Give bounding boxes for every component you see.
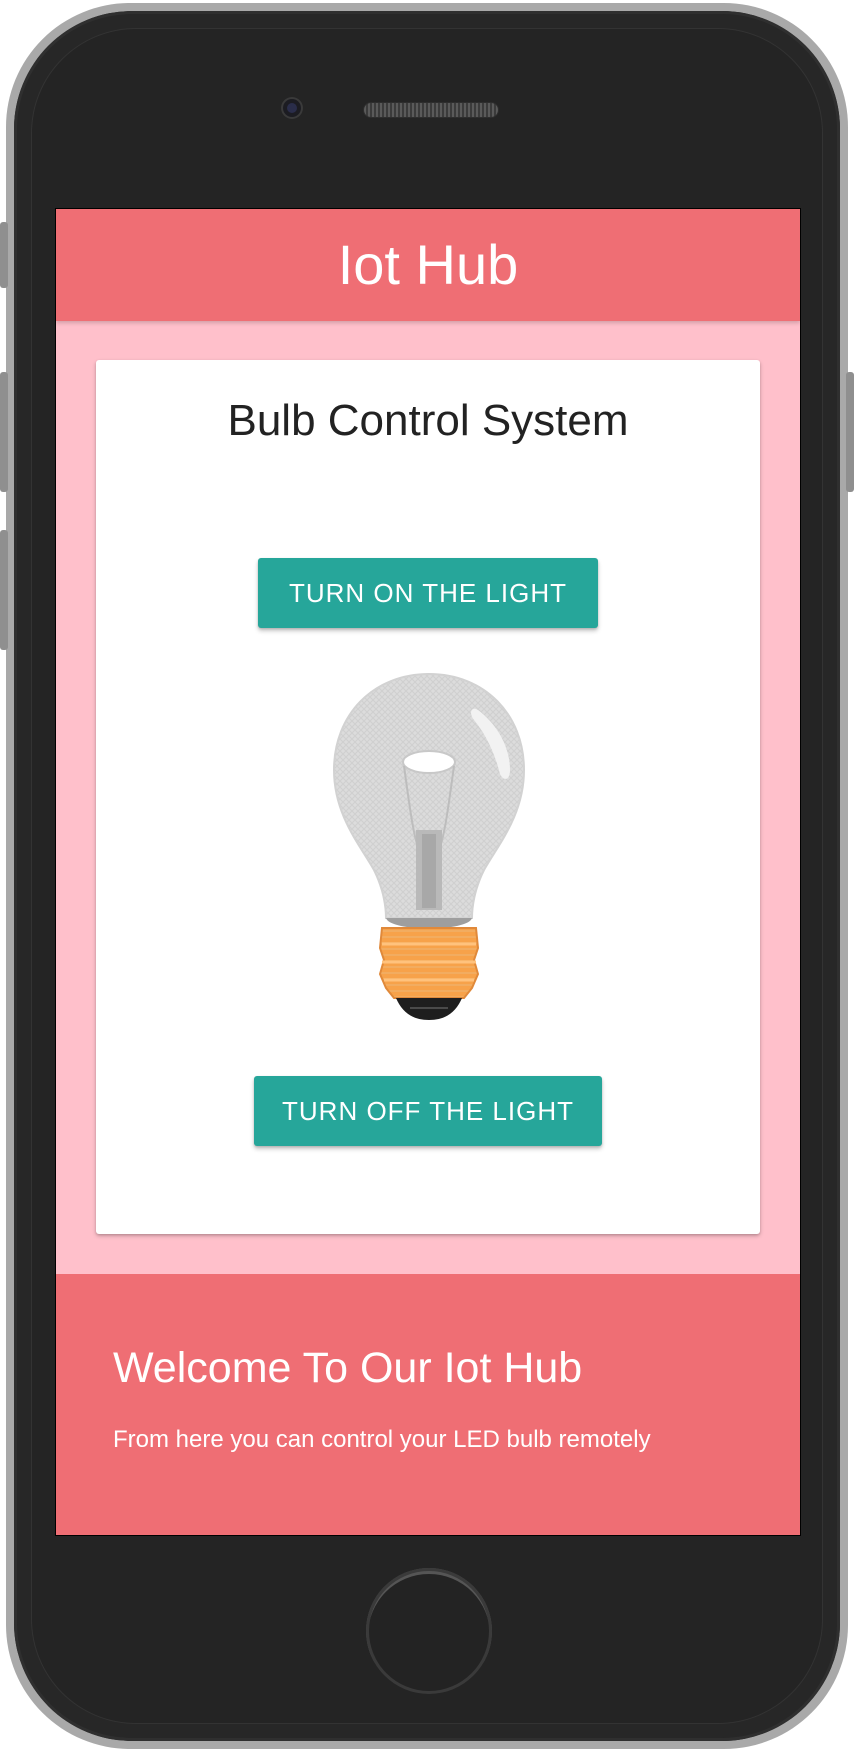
app-screen: Iot Hub Bulb Control System TURN ON THE … bbox=[55, 208, 801, 1536]
volume-up-button bbox=[0, 372, 8, 492]
home-button[interactable] bbox=[366, 1568, 492, 1694]
lightbulb-icon bbox=[332, 672, 526, 1020]
turn-off-button[interactable]: TURN OFF THE LIGHT bbox=[254, 1076, 602, 1146]
card-title: Bulb Control System bbox=[227, 396, 629, 445]
front-camera bbox=[281, 97, 303, 119]
volume-down-button bbox=[0, 530, 8, 650]
earpiece-speaker bbox=[364, 103, 498, 117]
turn-on-button[interactable]: TURN ON THE LIGHT bbox=[258, 558, 598, 628]
app-title: Iot Hub bbox=[337, 232, 519, 296]
bulb-control-card: Bulb Control System TURN ON THE LIGHT TU… bbox=[96, 360, 760, 1234]
app-header: Iot Hub bbox=[56, 209, 800, 321]
footer-text: From here you can control your LED bulb … bbox=[113, 1426, 651, 1453]
footer-title: Welcome To Our Iot Hub bbox=[113, 1344, 583, 1392]
footer: Welcome To Our Iot Hub From here you can… bbox=[56, 1274, 800, 1535]
mute-switch bbox=[0, 222, 8, 288]
power-button bbox=[846, 372, 854, 492]
